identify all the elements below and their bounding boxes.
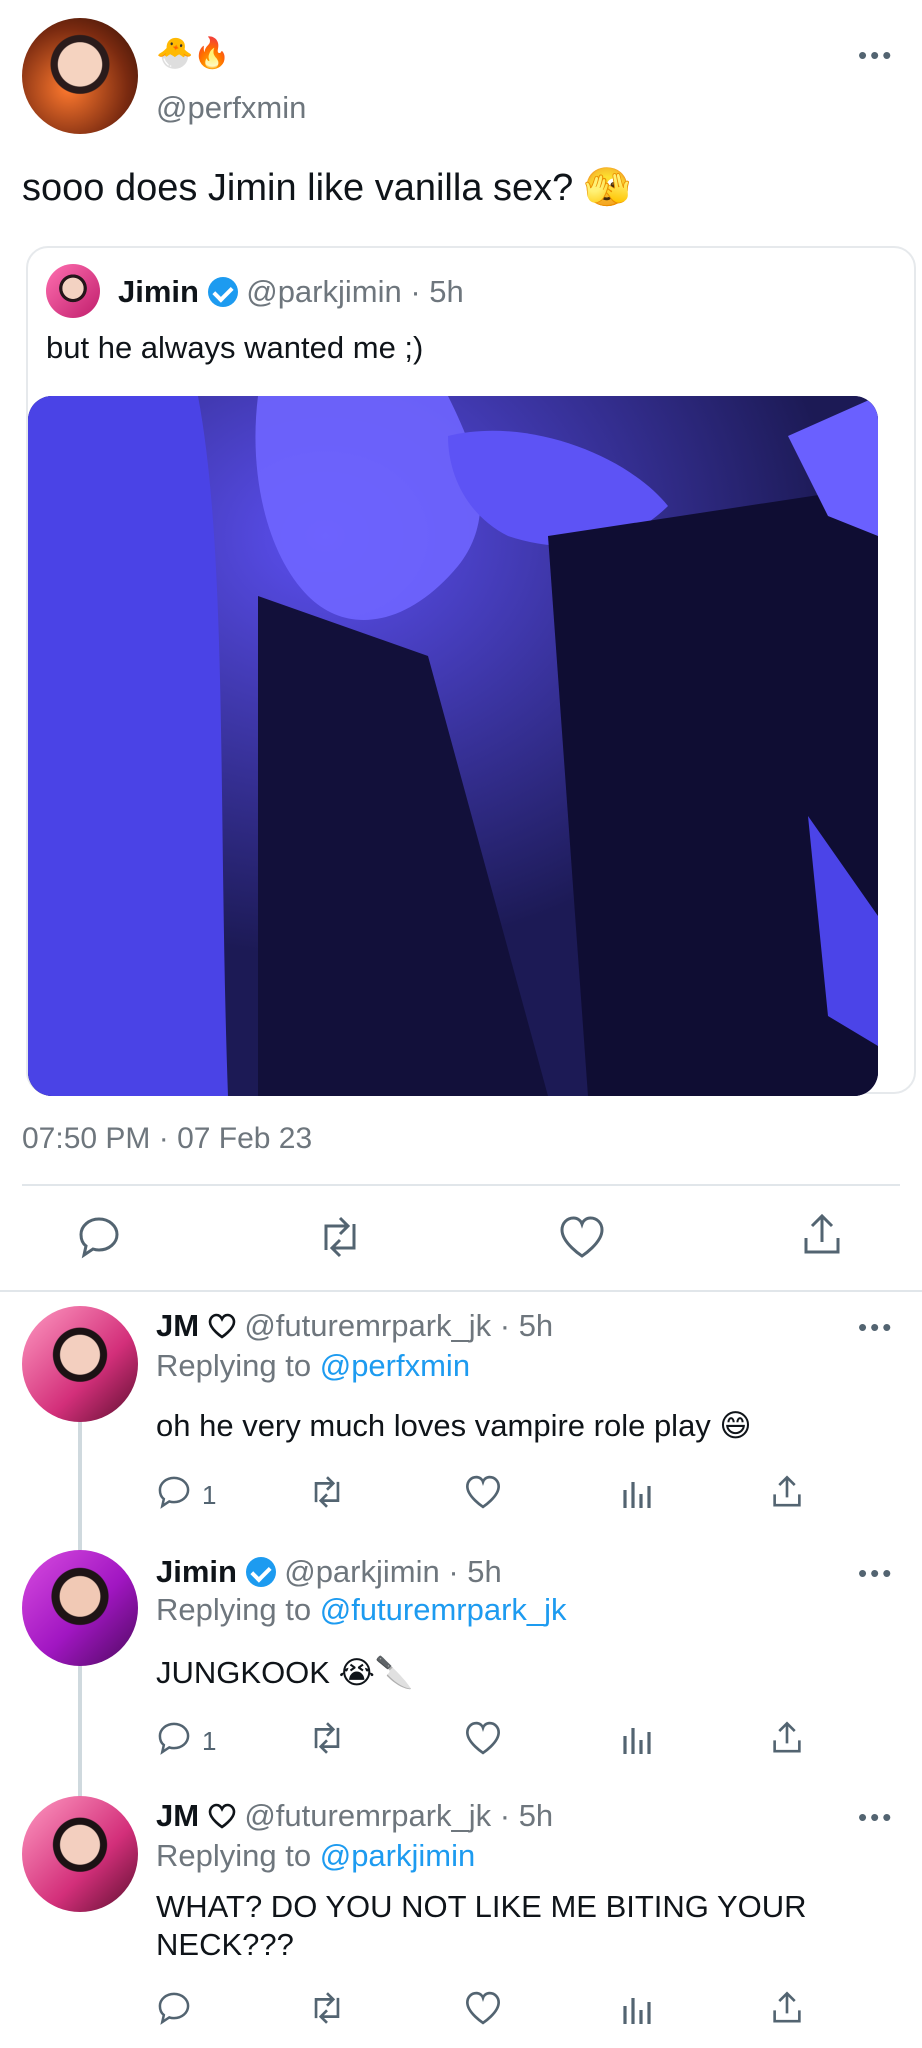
reply-avatar[interactable] bbox=[22, 1306, 138, 1422]
views-icon bbox=[623, 1482, 651, 1508]
views-icon bbox=[623, 1728, 651, 1754]
like-button[interactable] bbox=[464, 1474, 502, 1510]
reply-avatar[interactable] bbox=[22, 1550, 138, 1666]
views-button[interactable] bbox=[620, 1992, 654, 2026]
author-handle[interactable]: @perfxmin bbox=[156, 90, 306, 126]
reply-icon bbox=[158, 1722, 190, 1755]
heart-icon bbox=[466, 1475, 500, 1509]
reply-icon bbox=[158, 1476, 190, 1509]
heart-outline-icon bbox=[208, 1311, 236, 1347]
retweet-icon bbox=[314, 1476, 340, 1508]
retweet-icon bbox=[314, 1722, 340, 1754]
reply-text: JUNGKOOK 😭🔪 bbox=[156, 1655, 414, 1690]
like-button[interactable] bbox=[558, 1214, 606, 1260]
share-button[interactable] bbox=[770, 1990, 804, 2026]
reply-handle-time: @parkjimin · 5h bbox=[284, 1554, 502, 1589]
reply-button[interactable] bbox=[156, 1720, 192, 1756]
reply-text: WHAT? DO YOU NOT LIKE ME BITING YOUR NEC… bbox=[156, 1889, 807, 1962]
views-button[interactable] bbox=[620, 1722, 654, 1756]
quoted-name: Jimin bbox=[118, 274, 199, 309]
more-options-button[interactable]: ••• bbox=[858, 1312, 894, 1343]
share-button[interactable] bbox=[770, 1720, 804, 1756]
reply-handle-time: @futuremrpark_jk · 5h bbox=[244, 1798, 554, 1833]
tweet-timestamp: 07:50 PM · 07 Feb 23 bbox=[22, 1122, 313, 1155]
retweet-button[interactable] bbox=[306, 1720, 348, 1756]
replying-to: Replying to @futuremrpark_jk bbox=[156, 1592, 567, 1628]
quoted-photo[interactable] bbox=[28, 396, 878, 1096]
quoted-handle-time: @parkjimin · 5h bbox=[246, 274, 464, 309]
share-icon bbox=[773, 1991, 801, 2023]
verified-badge-icon bbox=[207, 277, 238, 307]
share-icon bbox=[804, 1213, 840, 1254]
retweet-button[interactable] bbox=[306, 1474, 348, 1510]
replying-to-prefix: Replying to bbox=[156, 1348, 312, 1383]
verified-badge-icon bbox=[245, 1557, 276, 1587]
more-options-button[interactable]: ••• bbox=[858, 1558, 894, 1589]
reply-header: Jimin @parkjimin · 5h bbox=[156, 1554, 502, 1590]
replying-to: Replying to @perfxmin bbox=[156, 1348, 470, 1384]
reply-count: 1 bbox=[202, 1480, 217, 1510]
retweet-button[interactable] bbox=[314, 1214, 366, 1260]
reply-button[interactable] bbox=[156, 1474, 192, 1510]
heart-icon bbox=[466, 1721, 500, 1755]
views-icon bbox=[623, 1998, 651, 2024]
author-display-name: 🐣🔥 bbox=[156, 37, 231, 70]
share-button[interactable] bbox=[800, 1212, 844, 1258]
replying-to: Replying to @parkjimin bbox=[156, 1838, 475, 1874]
reply-avatar[interactable] bbox=[22, 1796, 138, 1912]
retweet-icon bbox=[324, 1216, 356, 1258]
reply-button[interactable] bbox=[156, 1990, 192, 2026]
views-button[interactable] bbox=[620, 1476, 654, 1510]
divider bbox=[0, 1290, 922, 1292]
heart-icon bbox=[560, 1216, 604, 1258]
reply-icon bbox=[158, 1992, 190, 2025]
reply-button[interactable] bbox=[76, 1214, 122, 1260]
reply-handle-time: @futuremrpark_jk · 5h bbox=[244, 1308, 554, 1343]
divider bbox=[22, 1184, 900, 1186]
reply-header: JM @futuremrpark_jk · 5h bbox=[156, 1798, 553, 1837]
heart-outline-icon bbox=[208, 1801, 236, 1837]
share-button[interactable] bbox=[770, 1474, 804, 1510]
replying-to-prefix: Replying to bbox=[156, 1838, 312, 1873]
like-button[interactable] bbox=[464, 1720, 502, 1756]
reply-icon bbox=[79, 1217, 119, 1259]
tweet-text: sooo does Jimin like vanilla sex? 🫣 bbox=[22, 167, 632, 209]
quoted-avatar bbox=[46, 264, 100, 318]
replying-to-link[interactable]: @parkjimin bbox=[320, 1838, 476, 1873]
reply-name: JM bbox=[156, 1798, 200, 1833]
reply-header: JM @futuremrpark_jk · 5h bbox=[156, 1308, 553, 1347]
replying-to-link[interactable]: @perfxmin bbox=[320, 1348, 470, 1383]
more-options-button[interactable]: ••• bbox=[858, 1802, 894, 1833]
like-button[interactable] bbox=[464, 1990, 502, 2026]
author-avatar[interactable] bbox=[22, 18, 138, 134]
reply-name: JM bbox=[156, 1308, 200, 1343]
share-icon bbox=[773, 1721, 801, 1753]
reply-count: 1 bbox=[202, 1726, 217, 1756]
share-icon bbox=[773, 1475, 801, 1507]
replying-to-prefix: Replying to bbox=[156, 1592, 312, 1627]
replying-to-link[interactable]: @futuremrpark_jk bbox=[320, 1592, 567, 1627]
quoted-header: Jimin @parkjimin · 5h bbox=[118, 274, 464, 310]
reply-text: oh he very much loves vampire role play … bbox=[156, 1408, 752, 1443]
retweet-button[interactable] bbox=[306, 1990, 348, 2026]
photo-content bbox=[28, 396, 878, 1096]
more-options-button[interactable]: ••• bbox=[858, 40, 894, 71]
quoted-text: but he always wanted me ;) bbox=[46, 330, 424, 365]
reply-name: Jimin bbox=[156, 1554, 237, 1589]
heart-icon bbox=[466, 1991, 500, 2025]
retweet-icon bbox=[314, 1992, 340, 2024]
